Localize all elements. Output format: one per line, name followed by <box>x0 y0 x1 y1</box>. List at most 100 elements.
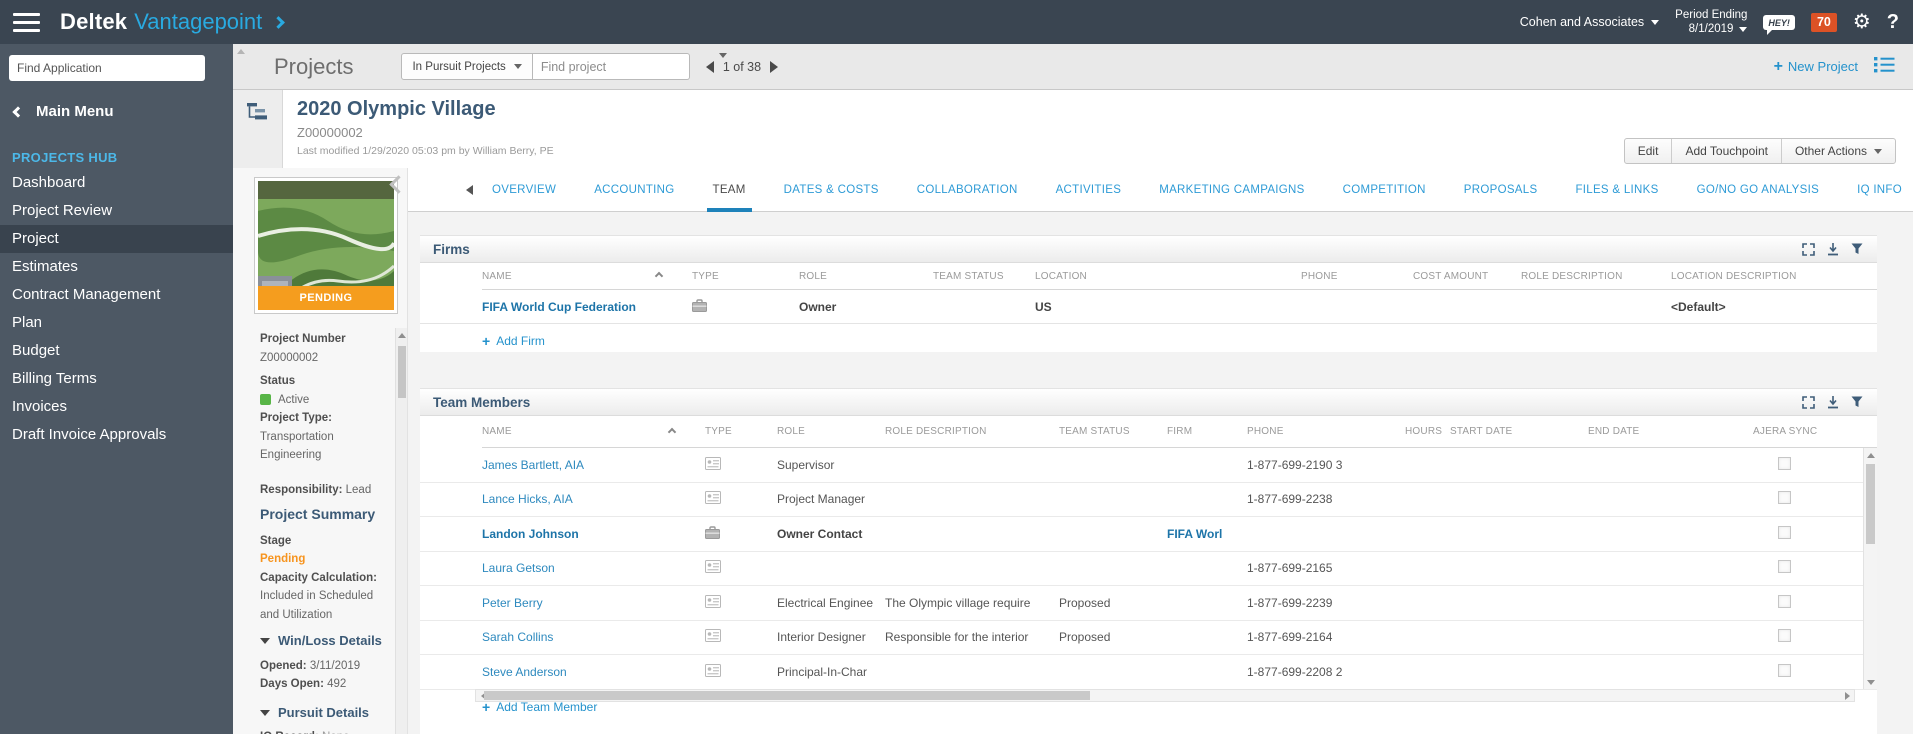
team-horizontal-scrollbar[interactable] <box>475 689 1855 702</box>
member-name-link[interactable]: Landon Johnson <box>482 527 579 541</box>
team-col-firm[interactable]: FIRM <box>1167 416 1247 448</box>
scroll-up-icon[interactable] <box>237 49 245 54</box>
period-ending-selector[interactable]: Period Ending 8/1/2019 <box>1675 8 1748 36</box>
main-menu-back[interactable]: Main Menu <box>12 103 233 120</box>
firms-col-role[interactable]: ROLE <box>799 263 933 290</box>
project-structure-icon[interactable] <box>247 102 270 127</box>
add-touchpoint-button[interactable]: Add Touchpoint <box>1671 139 1781 163</box>
panel-scrollbar[interactable] <box>395 328 407 734</box>
sidebar-item-project-review[interactable]: Project Review <box>0 197 233 225</box>
find-application-input[interactable] <box>9 55 205 81</box>
team-col-role[interactable]: ROLE <box>777 416 885 448</box>
sidebar-item-plan[interactable]: Plan <box>0 309 233 337</box>
tab-files-links[interactable]: FILES & LINKS <box>1556 168 1677 212</box>
team-col-name[interactable]: NAME <box>482 416 705 448</box>
ajera-sync-checkbox[interactable] <box>1778 560 1791 574</box>
ajera-sync-checkbox[interactable] <box>1778 456 1791 470</box>
firm-name-link[interactable]: FIFA World Cup Federation <box>482 300 636 314</box>
member-name-link[interactable]: James Bartlett, AIA <box>482 458 584 472</box>
tab-activities[interactable]: ACTIVITIES <box>1037 168 1141 212</box>
tab-accounting[interactable]: ACCOUNTING <box>575 168 693 212</box>
expand-grid-icon[interactable] <box>1802 242 1815 256</box>
sidebar-item-dashboard[interactable]: Dashboard <box>0 169 233 197</box>
team-col-hours[interactable]: HOURS <box>1405 416 1450 448</box>
export-download-icon[interactable] <box>1827 242 1839 256</box>
firms-row-fifa[interactable]: FIFA World Cup Federation Owner US <Defa… <box>420 290 1877 324</box>
ajera-sync-checkbox[interactable] <box>1778 629 1791 643</box>
team-row-lance-hicks[interactable]: Lance Hicks, AIA Project Manager 1-877-6… <box>420 483 1877 517</box>
gear-icon[interactable]: ⚙ <box>1853 12 1871 32</box>
tab-go-no-go[interactable]: GO/NO GO ANALYSIS <box>1678 168 1838 212</box>
expand-grid-icon[interactable] <box>1802 395 1815 409</box>
firms-col-name[interactable]: NAME <box>482 263 692 290</box>
new-project-button[interactable]: + New Project <box>1774 58 1858 76</box>
sidebar-item-contract-management[interactable]: Contract Management <box>0 281 233 309</box>
filter-funnel-icon[interactable] <box>1851 243 1863 255</box>
tab-overview[interactable]: OVERVIEW <box>473 168 575 212</box>
scrollbar-thumb[interactable] <box>1866 464 1875 544</box>
team-col-role-description[interactable]: ROLE DESCRIPTION <box>885 416 1059 448</box>
team-col-end-date[interactable]: END DATE <box>1588 416 1753 448</box>
firms-col-location-description[interactable]: LOCATION DESCRIPTION <box>1671 263 1877 290</box>
firms-col-role-description[interactable]: ROLE DESCRIPTION <box>1521 263 1671 290</box>
sidebar-item-invoices[interactable]: Invoices <box>0 393 233 421</box>
member-name-link[interactable]: Sarah Collins <box>482 630 553 644</box>
member-name-link[interactable]: Steve Anderson <box>482 665 567 679</box>
ajera-sync-checkbox[interactable] <box>1778 525 1791 539</box>
firms-col-type[interactable]: TYPE <box>692 263 799 290</box>
tab-team[interactable]: TEAM <box>694 168 765 212</box>
team-col-team-status[interactable]: TEAM STATUS <box>1059 416 1167 448</box>
hamburger-menu-icon[interactable] <box>13 12 40 32</box>
member-name-link[interactable]: Lance Hicks, AIA <box>482 492 573 506</box>
tab-competition[interactable]: COMPETITION <box>1324 168 1445 212</box>
edit-button[interactable]: Edit <box>1625 139 1672 163</box>
tab-proposals[interactable]: PROPOSALS <box>1445 168 1557 212</box>
team-col-start-date[interactable]: START DATE <box>1450 416 1588 448</box>
scroll-up-button[interactable] <box>1864 448 1877 462</box>
team-row-landon-johnson[interactable]: Landon Johnson Owner Contact FIFA Worl <box>420 517 1877 552</box>
other-actions-button[interactable]: Other Actions <box>1780 139 1895 163</box>
sidebar-item-draft-invoice-approvals[interactable]: Draft Invoice Approvals <box>0 421 233 449</box>
sidebar-item-estimates[interactable]: Estimates <box>0 253 233 281</box>
team-row-peter-berry[interactable]: Peter Berry Electrical Enginee The Olymp… <box>420 586 1877 621</box>
filter-funnel-icon[interactable] <box>1851 396 1863 408</box>
help-icon[interactable]: ? <box>1887 12 1899 32</box>
sidebar-item-budget[interactable]: Budget <box>0 337 233 365</box>
team-col-ajera-sync[interactable]: AJERA SYNC <box>1753 416 1877 448</box>
find-project-input[interactable] <box>532 59 710 74</box>
tab-marketing-campaigns[interactable]: MARKETING CAMPAIGNS <box>1140 168 1323 212</box>
previous-record-icon[interactable] <box>705 60 714 73</box>
list-view-icon[interactable] <box>1874 56 1895 78</box>
firms-col-location[interactable]: LOCATION <box>1035 263 1301 290</box>
scroll-right-button[interactable] <box>1840 690 1854 701</box>
winloss-details-section[interactable]: Win/Loss Details <box>260 632 394 651</box>
member-name-link[interactable]: Laura Getson <box>482 561 555 575</box>
ajera-sync-checkbox[interactable] <box>1778 491 1791 505</box>
member-firm-link[interactable]: FIFA Worl <box>1167 527 1222 541</box>
team-col-phone[interactable]: PHONE <box>1247 416 1405 448</box>
team-col-type[interactable]: TYPE <box>705 416 777 448</box>
tabs-scroll-left-icon[interactable] <box>466 184 473 195</box>
ajera-sync-checkbox[interactable] <box>1778 594 1791 608</box>
tab-dates-costs[interactable]: DATES & COSTS <box>765 168 898 212</box>
ajera-sync-checkbox[interactable] <box>1778 663 1791 677</box>
team-row-steve-anderson[interactable]: Steve Anderson Principal-In-Char 1-877-6… <box>420 655 1877 690</box>
team-row-laura-getson[interactable]: Laura Getson 1-877-699-2165 <box>420 552 1877 586</box>
team-row-james-bartlett[interactable]: James Bartlett, AIA Supervisor 1-877-699… <box>420 448 1877 483</box>
team-row-sarah-collins[interactable]: Sarah Collins Interior Designer Responsi… <box>420 621 1877 655</box>
add-firm-button[interactable]: + Add Firm <box>420 324 545 349</box>
tab-collaboration[interactable]: COLLABORATION <box>898 168 1037 212</box>
firms-col-team-status[interactable]: TEAM STATUS <box>933 263 1035 290</box>
team-vertical-scrollbar[interactable] <box>1863 448 1877 689</box>
tab-iq-info[interactable]: IQ INFO <box>1838 168 1913 212</box>
pursuit-details-section[interactable]: Pursuit Details <box>260 704 394 723</box>
member-name-link[interactable]: Peter Berry <box>482 596 543 610</box>
sidebar-item-billing-terms[interactable]: Billing Terms <box>0 365 233 393</box>
firms-col-cost-amount[interactable]: COST AMOUNT <box>1413 263 1521 290</box>
alert-count-badge[interactable]: 70 <box>1810 12 1837 32</box>
hey-notification-icon[interactable]: HEY! <box>1763 14 1795 35</box>
sidebar-item-project[interactable]: Project <box>0 225 233 253</box>
scroll-down-button[interactable] <box>1864 675 1877 689</box>
export-download-icon[interactable] <box>1827 395 1839 409</box>
next-record-icon[interactable] <box>770 60 779 73</box>
